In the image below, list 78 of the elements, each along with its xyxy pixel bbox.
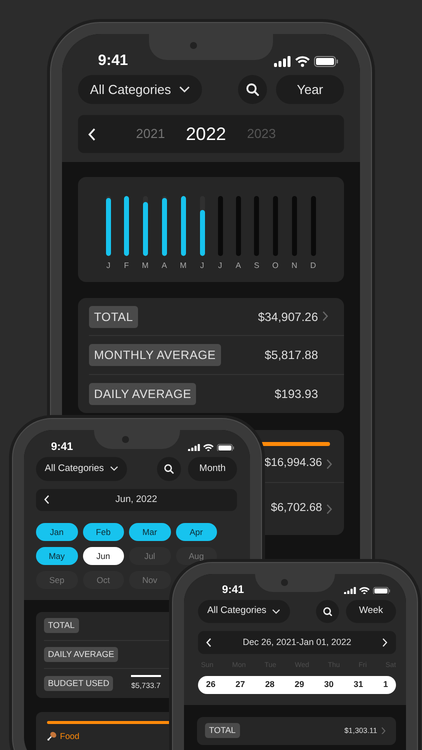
chevron-down-icon bbox=[110, 466, 118, 472]
date-label: Jun, 2022 bbox=[114, 492, 158, 507]
summary-label: DAILY AVERAGE bbox=[89, 382, 196, 405]
amount: $34,907.26 bbox=[258, 308, 318, 326]
month-chip[interactable]: Jan bbox=[36, 523, 78, 541]
chevron-left-icon[interactable] bbox=[44, 495, 50, 505]
day-number: 1 bbox=[383, 678, 388, 691]
month-label: N bbox=[292, 261, 298, 271]
category-dropdown[interactable]: All Categories bbox=[78, 75, 202, 104]
chevron-left-icon[interactable] bbox=[206, 638, 212, 648]
search-button[interactable] bbox=[157, 457, 181, 481]
day-number: 26 bbox=[206, 678, 216, 691]
month-label: J bbox=[200, 261, 204, 271]
summary-label: BUDGET USED bbox=[44, 676, 114, 691]
status-time: 9:41 bbox=[51, 440, 74, 456]
amount: $193.93 bbox=[274, 386, 318, 403]
signal-icon bbox=[274, 56, 291, 66]
day-number: 31 bbox=[354, 678, 364, 691]
summary-label: MONTHLY AVERAGE bbox=[89, 344, 221, 366]
summary-label: TOTAL bbox=[205, 723, 240, 738]
search-icon bbox=[322, 606, 332, 616]
battery-icon bbox=[372, 586, 390, 594]
month-chip[interactable]: May bbox=[36, 547, 78, 565]
month-chip[interactable]: Feb bbox=[82, 523, 124, 541]
day-number: 30 bbox=[324, 678, 334, 691]
wifi-icon bbox=[295, 56, 310, 66]
camera-icon bbox=[281, 579, 288, 586]
month-label: F bbox=[124, 261, 129, 271]
budget-bar bbox=[131, 675, 162, 678]
search-icon bbox=[164, 464, 174, 474]
year-label[interactable]: 2021 bbox=[136, 124, 165, 144]
drumstick-icon bbox=[47, 730, 57, 741]
camera-icon bbox=[122, 436, 130, 443]
chevron-down-icon bbox=[178, 86, 190, 93]
signal-icon bbox=[344, 586, 356, 594]
month-label: S bbox=[254, 261, 260, 271]
month-chip[interactable]: Jun bbox=[82, 547, 124, 565]
category-dropdown[interactable]: All Categories bbox=[36, 457, 127, 481]
month-chip[interactable]: Apr bbox=[176, 523, 217, 541]
amount: $5,817.88 bbox=[264, 346, 318, 364]
day-number: 28 bbox=[265, 678, 275, 691]
chevron-down-icon bbox=[272, 608, 281, 614]
status-time: 9:41 bbox=[98, 50, 128, 71]
month-chip[interactable]: Mar bbox=[129, 523, 170, 541]
search-icon bbox=[246, 83, 259, 96]
search-button[interactable] bbox=[316, 600, 339, 623]
date-label: Dec 26, 2021-Jan 01, 2022 bbox=[242, 636, 352, 649]
month-label: J bbox=[218, 261, 222, 271]
summary-label: TOTAL bbox=[89, 306, 138, 328]
month-label: D bbox=[310, 261, 316, 271]
period-button[interactable]: Week bbox=[346, 600, 396, 623]
summary-label: TOTAL bbox=[44, 618, 79, 634]
summary-label: DAILY AVERAGE bbox=[44, 646, 118, 662]
battery-icon bbox=[314, 56, 338, 66]
day-number: 29 bbox=[294, 678, 304, 691]
period-button[interactable]: Year bbox=[276, 75, 344, 104]
amount: $6,702.68 bbox=[270, 501, 322, 516]
battery-icon bbox=[216, 444, 234, 452]
period-button[interactable]: Month bbox=[188, 457, 237, 481]
month-label: O bbox=[272, 261, 279, 271]
month-label: J bbox=[106, 261, 110, 271]
category-name: Food bbox=[60, 730, 80, 742]
wifi-icon bbox=[203, 444, 214, 452]
month-label: M bbox=[142, 261, 149, 271]
camera-icon bbox=[190, 42, 197, 49]
month-label: A bbox=[236, 261, 241, 271]
chevron-left-icon[interactable] bbox=[88, 128, 96, 140]
month-label: A bbox=[162, 261, 167, 271]
year-label[interactable]: 2022 bbox=[186, 120, 226, 148]
status-time: 9:41 bbox=[222, 583, 244, 598]
week-selection[interactable]: 26 27 28 29 30 31 1 bbox=[198, 676, 396, 694]
signal-icon bbox=[188, 444, 200, 452]
amount: $16,994.36 bbox=[264, 456, 322, 472]
month-label: M bbox=[180, 261, 187, 271]
category-dropdown[interactable]: All Categories bbox=[198, 600, 290, 623]
day-number: 27 bbox=[236, 678, 245, 691]
search-button[interactable] bbox=[238, 75, 267, 104]
wifi-icon bbox=[359, 586, 370, 594]
